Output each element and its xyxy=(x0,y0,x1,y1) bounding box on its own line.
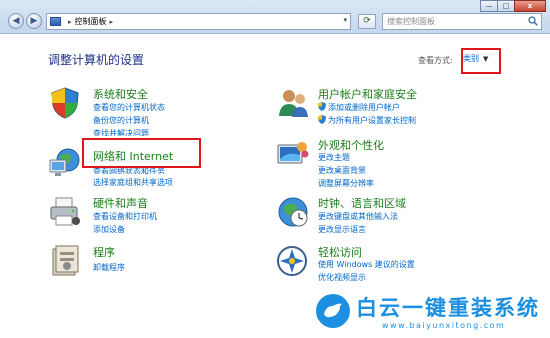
category-title-system-security[interactable]: 系统和安全 xyxy=(93,86,148,102)
link-change-desktop-background[interactable]: 更改桌面背景 xyxy=(318,165,366,176)
search-placeholder: 搜索控制面板 xyxy=(387,17,435,26)
link-parental-controls-label[interactable]: 为所有用户设置家长控制 xyxy=(328,116,416,125)
view-by-highlight-box xyxy=(461,48,501,74)
breadcrumb-separator[interactable]: ▸ xyxy=(68,18,72,26)
view-by-label: 查看方式: xyxy=(418,56,453,65)
category-title-user-accounts[interactable]: 用户帐户和家庭安全 xyxy=(318,86,417,102)
category-title-appearance[interactable]: 外观和个性化 xyxy=(318,137,384,153)
link-change-theme[interactable]: 更改主题 xyxy=(318,152,350,163)
link-change-display-language[interactable]: 更改显示语言 xyxy=(318,224,366,235)
users-icon xyxy=(279,90,308,117)
category-title-ease-of-access[interactable]: 轻松访问 xyxy=(318,244,362,260)
link-parental-controls[interactable]: 为所有用户设置家长控制 xyxy=(318,115,416,126)
category-title-hardware-sound[interactable]: 硬件和声音 xyxy=(93,195,148,211)
window-controls: — □ x xyxy=(480,0,546,12)
uac-shield-icon xyxy=(318,115,326,124)
link-view-computer-status[interactable]: 查看您的计算机状态 xyxy=(93,102,165,113)
bird-logo-icon xyxy=(316,294,350,328)
network-highlight-box xyxy=(82,138,201,168)
link-add-device[interactable]: 添加设备 xyxy=(93,224,125,235)
link-optimize-visual-display[interactable]: 优化视频显示 xyxy=(318,272,366,283)
minimize-button[interactable]: — xyxy=(480,0,498,12)
link-adjust-resolution[interactable]: 调整屏幕分辨率 xyxy=(318,178,374,189)
clock-globe-icon xyxy=(278,197,308,227)
link-add-remove-users-label[interactable]: 添加或删除用户帐户 xyxy=(328,103,400,112)
control-panel-icon xyxy=(50,17,61,26)
watermark-title: 白云一键重装系统 xyxy=(356,296,540,320)
uac-shield-icon xyxy=(318,102,326,111)
programs-icon xyxy=(52,245,79,276)
link-troubleshoot[interactable]: 查找并解决问题 xyxy=(93,128,149,136)
forward-button[interactable]: ▶ xyxy=(26,13,42,29)
link-recommended-settings[interactable]: 使用 Windows 建议的设置 xyxy=(318,259,415,270)
address-bar[interactable]: ▸ 控制面板 ▸ ▾ xyxy=(46,13,351,30)
printer-icon xyxy=(50,197,80,226)
watermark-url: www.baiyunxitong.com xyxy=(382,321,506,330)
network-globe-icon xyxy=(49,148,80,176)
search-input[interactable]: 搜索控制面板 xyxy=(382,13,542,30)
back-button[interactable]: ◀ xyxy=(8,13,24,29)
link-backup-computer[interactable]: 备份您的计算机 xyxy=(93,115,149,126)
maximize-button[interactable]: □ xyxy=(497,0,515,12)
appearance-icon xyxy=(277,142,309,164)
bird-glyph-icon xyxy=(324,303,342,318)
address-dropdown-icon[interactable]: ▾ xyxy=(343,16,347,24)
breadcrumb-control-panel[interactable]: 控制面板 xyxy=(75,16,107,27)
breadcrumb: ▸ 控制面板 ▸ xyxy=(65,16,116,27)
link-homegroup-sharing[interactable]: 选择家庭组和共享选项 xyxy=(93,177,173,188)
page-title: 调整计算机的设置 xyxy=(48,53,145,67)
watermark: 白云一键重装系统 www.baiyunxitong.com xyxy=(304,290,548,334)
link-uninstall-program[interactable]: 卸载程序 xyxy=(93,262,125,273)
ease-of-access-icon xyxy=(277,246,307,276)
refresh-button[interactable]: ⟳ xyxy=(358,14,376,29)
link-change-keyboards[interactable]: 更改键盘或其他输入法 xyxy=(318,211,398,222)
breadcrumb-separator-2[interactable]: ▸ xyxy=(110,18,114,26)
window-toolbar: — □ x ◀ ▶ ▸ 控制面板 ▸ ▾ ⟳ 搜索控制面板 xyxy=(0,0,550,34)
close-button[interactable]: x xyxy=(514,0,546,12)
category-title-programs[interactable]: 程序 xyxy=(93,244,115,260)
link-devices-printers[interactable]: 查看设备和打印机 xyxy=(93,211,157,222)
search-icon[interactable] xyxy=(528,16,538,26)
category-title-clock-language-region[interactable]: 时钟、语言和区域 xyxy=(318,195,406,211)
shield-icon xyxy=(51,87,79,119)
link-add-remove-users[interactable]: 添加或删除用户帐户 xyxy=(318,102,400,113)
